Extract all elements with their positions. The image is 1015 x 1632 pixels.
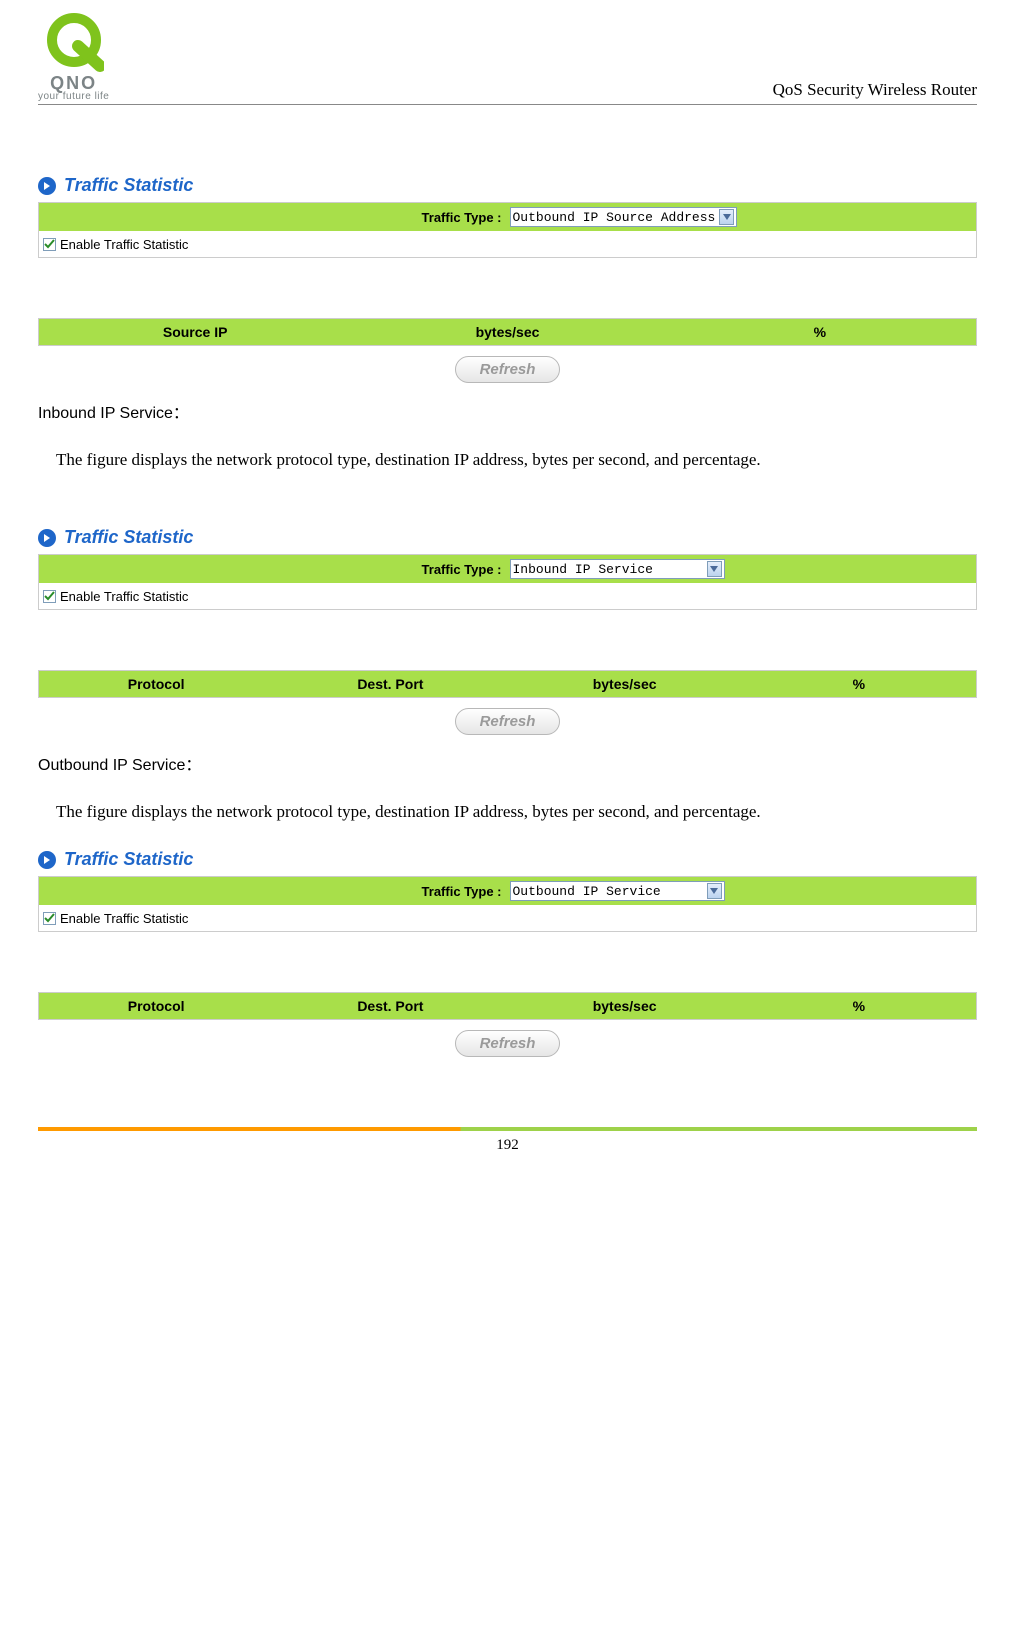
panel-title: Traffic Statistic — [64, 849, 193, 870]
traffic-type-label: Traffic Type : — [39, 562, 508, 577]
table-header: Source IP bytes/sec % — [38, 318, 977, 346]
outbound-ip-service-heading: Outbound IP Service： — [38, 751, 977, 775]
enable-row: Enable Traffic Statistic — [39, 583, 976, 609]
traffic-statistic-panel-2: Traffic Statistic Traffic Type : Inbound… — [38, 527, 977, 735]
refresh-button[interactable]: Refresh — [455, 1030, 561, 1057]
form-box: Traffic Type : Inbound IP Service Enable… — [38, 554, 977, 610]
chevron-down-icon — [707, 883, 722, 899]
col-protocol: Protocol — [39, 676, 273, 692]
inbound-ip-service-body: The figure displays the network protocol… — [56, 443, 959, 477]
refresh-button[interactable]: Refresh — [455, 708, 561, 735]
panel-header: Traffic Statistic — [38, 849, 977, 870]
traffic-type-select[interactable]: Outbound IP Service — [510, 881, 725, 901]
col-dest-port: Dest. Port — [273, 676, 507, 692]
col-protocol: Protocol — [39, 998, 273, 1014]
col-source-ip: Source IP — [39, 324, 351, 340]
chevron-down-icon — [719, 209, 734, 225]
footer-divider — [38, 1127, 977, 1131]
col-bytes-sec: bytes/sec — [508, 998, 742, 1014]
traffic-type-value: Inbound IP Service — [513, 562, 703, 577]
traffic-type-label: Traffic Type : — [39, 884, 508, 899]
form-box: Traffic Type : Outbound IP Service Enabl… — [38, 876, 977, 932]
traffic-type-input-cell: Inbound IP Service — [508, 559, 977, 579]
enable-traffic-checkbox[interactable] — [43, 238, 56, 251]
page-number: 192 — [38, 1137, 977, 1154]
traffic-type-value: Outbound IP Service — [513, 884, 703, 899]
traffic-type-row: Traffic Type : Outbound IP Source Addres… — [39, 203, 976, 231]
table-header: Protocol Dest. Port bytes/sec % — [38, 992, 977, 1020]
col-percent: % — [742, 998, 976, 1014]
col-bytes-sec: bytes/sec — [351, 324, 663, 340]
inbound-ip-service-heading: Inbound IP Service： — [38, 399, 977, 423]
chevron-down-icon — [707, 561, 722, 577]
traffic-type-label: Traffic Type : — [39, 210, 508, 225]
refresh-button[interactable]: Refresh — [455, 356, 561, 383]
refresh-wrap: Refresh — [38, 708, 977, 735]
col-percent: % — [742, 676, 976, 692]
header-title: QoS Security Wireless Router — [773, 80, 977, 100]
panel-title: Traffic Statistic — [64, 175, 193, 196]
refresh-wrap: Refresh — [38, 1030, 977, 1057]
enable-traffic-label: Enable Traffic Statistic — [60, 237, 188, 252]
refresh-wrap: Refresh — [38, 356, 977, 383]
traffic-statistic-panel-3: Traffic Statistic Traffic Type : Outboun… — [38, 849, 977, 1057]
outbound-ip-service-body: The figure displays the network protocol… — [56, 795, 959, 829]
panel-header: Traffic Statistic — [38, 175, 977, 196]
logo-tagline: your future life — [38, 92, 109, 102]
page: QNO your future life QoS Security Wirele… — [0, 0, 1015, 1184]
traffic-type-value: Outbound IP Source Address — [513, 210, 716, 225]
traffic-type-row: Traffic Type : Outbound IP Service — [39, 877, 976, 905]
traffic-type-input-cell: Outbound IP Service — [508, 881, 977, 901]
traffic-statistic-panel-1: Traffic Statistic Traffic Type : Outboun… — [38, 175, 977, 383]
enable-traffic-label: Enable Traffic Statistic — [60, 589, 188, 604]
chevron-right-icon — [38, 177, 56, 195]
traffic-type-select[interactable]: Inbound IP Service — [510, 559, 725, 579]
chevron-right-icon — [38, 851, 56, 869]
col-percent: % — [664, 324, 976, 340]
col-bytes-sec: bytes/sec — [508, 676, 742, 692]
col-dest-port: Dest. Port — [273, 998, 507, 1014]
traffic-type-select[interactable]: Outbound IP Source Address — [510, 207, 738, 227]
traffic-type-input-cell: Outbound IP Source Address — [508, 207, 977, 227]
enable-traffic-checkbox[interactable] — [43, 912, 56, 925]
enable-row: Enable Traffic Statistic — [39, 231, 976, 257]
logo-text: QNO — [50, 74, 97, 92]
logo-q-icon — [44, 12, 104, 72]
panel-header: Traffic Statistic — [38, 527, 977, 548]
enable-row: Enable Traffic Statistic — [39, 905, 976, 931]
panel-title: Traffic Statistic — [64, 527, 193, 548]
page-header: QNO your future life QoS Security Wirele… — [38, 12, 977, 105]
enable-traffic-checkbox[interactable] — [43, 590, 56, 603]
enable-traffic-label: Enable Traffic Statistic — [60, 911, 188, 926]
chevron-right-icon — [38, 529, 56, 547]
table-header: Protocol Dest. Port bytes/sec % — [38, 670, 977, 698]
qno-logo: QNO your future life — [38, 12, 109, 102]
form-box: Traffic Type : Outbound IP Source Addres… — [38, 202, 977, 258]
traffic-type-row: Traffic Type : Inbound IP Service — [39, 555, 976, 583]
